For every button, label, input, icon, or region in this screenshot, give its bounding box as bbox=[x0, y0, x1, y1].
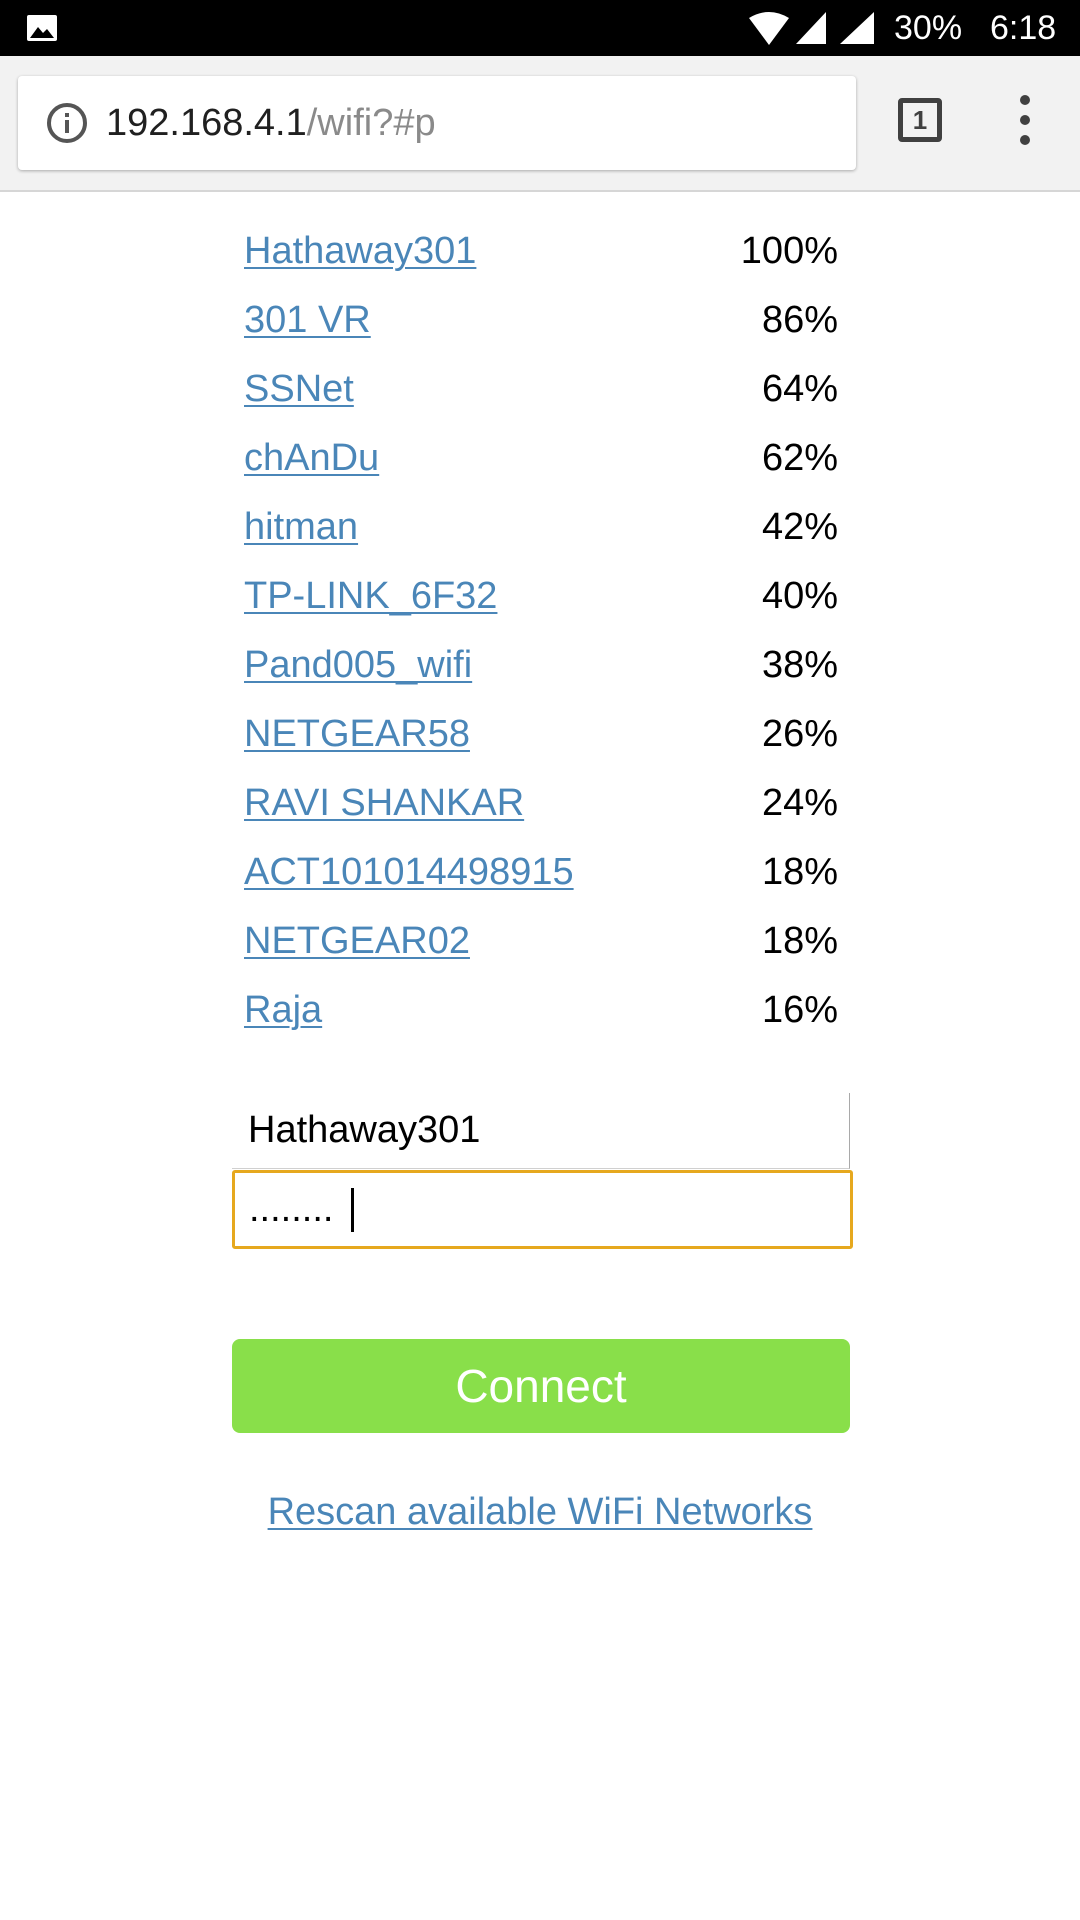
wifi-network-list: Hathaway301 100% 301 VR 86% SSNet 64% ch… bbox=[244, 224, 838, 1052]
more-vert-icon[interactable] bbox=[1012, 92, 1038, 148]
tabs-icon[interactable]: 1 bbox=[898, 98, 942, 142]
address-bar[interactable]: 192.168.4.1/wifi?#p bbox=[18, 76, 856, 170]
wifi-network-link[interactable]: 301 VR bbox=[244, 297, 371, 343]
password-input[interactable] bbox=[232, 1170, 853, 1249]
browser-toolbar: 192.168.4.1/wifi?#p 1 bbox=[0, 56, 1080, 192]
wifi-network-link[interactable]: chAnDu bbox=[244, 435, 379, 481]
wifi-network-row: NETGEAR58 26% bbox=[244, 707, 838, 776]
wifi-signal-strength: 16% bbox=[761, 989, 838, 1031]
url-text[interactable]: 192.168.4.1/wifi?#p bbox=[106, 98, 436, 148]
wifi-network-row: SSNet 64% bbox=[244, 362, 838, 431]
rescan-networks-link[interactable]: Rescan available WiFi Networks bbox=[0, 1487, 1080, 1537]
wifi-signal-strength: 64% bbox=[761, 368, 838, 410]
wifi-signal-strength: 62% bbox=[761, 437, 838, 479]
wifi-signal-strength: 18% bbox=[761, 920, 838, 962]
wifi-network-link[interactable]: NETGEAR02 bbox=[244, 918, 470, 964]
wifi-network-row: 301 VR 86% bbox=[244, 293, 838, 362]
wifi-network-row: hitman 42% bbox=[244, 500, 838, 569]
wifi-signal-strength: 100% bbox=[740, 230, 838, 272]
wifi-network-row: TP-LINK_6F32 40% bbox=[244, 569, 838, 638]
wifi-network-row: Pand005_wifi 38% bbox=[244, 638, 838, 707]
wifi-signal-strength: 40% bbox=[761, 575, 838, 617]
wifi-network-row: Hathaway301 100% bbox=[244, 224, 838, 293]
wifi-signal-strength: 24% bbox=[761, 782, 838, 824]
url-path: /wifi?#p bbox=[306, 102, 436, 144]
battery-percentage: 30% bbox=[894, 9, 963, 47]
wifi-signal-strength: 42% bbox=[761, 506, 838, 548]
cell-signal-icon bbox=[796, 12, 826, 44]
text-cursor bbox=[351, 1188, 354, 1232]
info-icon[interactable] bbox=[46, 102, 88, 144]
wifi-network-link[interactable]: ACT101014498915 bbox=[244, 849, 574, 895]
wifi-network-link[interactable]: RAVI SHANKAR bbox=[244, 780, 524, 826]
wifi-network-link[interactable]: Raja bbox=[244, 987, 322, 1033]
wifi-network-row: NETGEAR02 18% bbox=[244, 914, 838, 983]
wifi-network-row: Raja 16% bbox=[244, 983, 838, 1052]
wifi-signal-strength: 26% bbox=[761, 713, 838, 755]
wifi-network-row: chAnDu 62% bbox=[244, 431, 838, 500]
connect-button[interactable]: Connect bbox=[232, 1339, 850, 1433]
wifi-network-link[interactable]: Pand005_wifi bbox=[244, 642, 472, 688]
wifi-network-link[interactable]: hitman bbox=[244, 504, 358, 550]
cell-signal-icon bbox=[840, 12, 874, 44]
wifi-network-link[interactable]: TP-LINK_6F32 bbox=[244, 573, 497, 619]
wifi-network-row: RAVI SHANKAR 24% bbox=[244, 776, 838, 845]
clock: 6:18 bbox=[990, 9, 1057, 47]
wifi-signal-strength: 18% bbox=[761, 851, 838, 893]
url-host: 192.168.4.1 bbox=[106, 102, 307, 144]
gallery-icon bbox=[27, 15, 57, 41]
wifi-network-link[interactable]: NETGEAR58 bbox=[244, 711, 470, 757]
ssid-input[interactable] bbox=[232, 1093, 850, 1169]
wifi-network-link[interactable]: Hathaway301 bbox=[244, 228, 476, 274]
wifi-network-row: ACT101014498915 18% bbox=[244, 845, 838, 914]
wifi-icon bbox=[749, 12, 789, 45]
wifi-signal-strength: 38% bbox=[761, 644, 838, 686]
wifi-network-link[interactable]: SSNet bbox=[244, 366, 354, 412]
status-bar: 30% 6:18 bbox=[0, 0, 1080, 56]
wifi-signal-strength: 86% bbox=[761, 299, 838, 341]
